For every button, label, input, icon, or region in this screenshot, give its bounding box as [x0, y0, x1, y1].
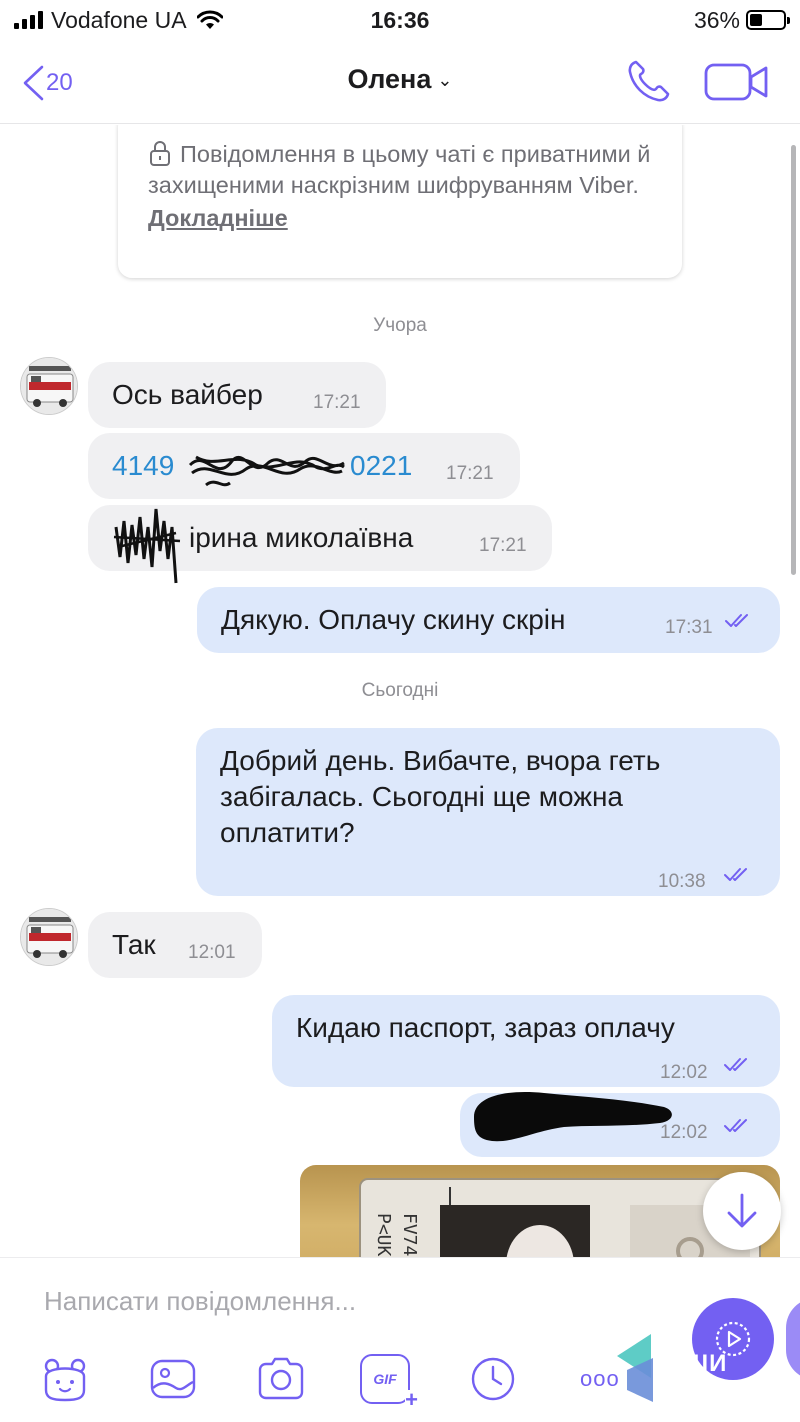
avatar[interactable] [20, 908, 78, 966]
photo-mrz-line-2: FV74 [399, 1213, 420, 1257]
message-time: 17:21 [479, 535, 527, 556]
contact-name[interactable]: Олена ⌄ [0, 64, 800, 95]
message-text: Кидаю паспорт, зараз оплачу [296, 1012, 675, 1043]
scrollbar[interactable] [791, 145, 796, 575]
gif-icon[interactable]: GIF + [360, 1354, 418, 1411]
encryption-notice: Повідомлення в цьому чаті є приватними й… [118, 125, 682, 278]
outgoing-message[interactable]: 12:02 [460, 1092, 780, 1157]
chevron-down-icon: ⌄ [437, 70, 453, 91]
photo-mrz-line-1: P<UK [373, 1213, 394, 1257]
message-time: 12:02 [660, 1122, 708, 1143]
message-text: ірина миколаївна [189, 522, 414, 553]
camera-icon[interactable] [256, 1354, 306, 1404]
message-text: Так [112, 929, 156, 960]
encryption-notice-body: Повідомлення в цьому чаті є приватними й… [148, 141, 651, 198]
read-ticks-icon [724, 868, 747, 881]
outgoing-message[interactable]: Добрий день. Вибачте, вчора геть забігал… [196, 728, 780, 896]
message-input[interactable]: Написати повідомлення... [44, 1286, 644, 1317]
message-time: 17:21 [313, 392, 361, 413]
watermark-logo: РШИ [613, 1330, 763, 1410]
read-ticks-icon [725, 614, 748, 627]
message-time: 17:21 [446, 463, 494, 484]
contact-name-label: Олена [347, 64, 432, 94]
battery-indicator: 36% [693, 6, 790, 34]
chat-header: 20 Олена ⌄ [0, 42, 800, 124]
redaction-blot [474, 1092, 672, 1142]
message-time: 12:01 [188, 942, 236, 963]
encryption-notice-text: Повідомлення в цьому чаті є приватними й… [148, 139, 663, 201]
signal-strength-icon [14, 11, 43, 29]
phone-number-end[interactable]: 0221 [350, 448, 412, 484]
redaction-scribble [113, 508, 181, 584]
composer: Написати повідомлення... GIF + ooo РШИ [0, 1257, 800, 1422]
phone-icon[interactable] [626, 58, 672, 104]
date-separator-today: Сьогодні [361, 680, 439, 701]
message-text: Ось вайбер [112, 379, 263, 410]
sticker-icon[interactable] [40, 1354, 90, 1404]
date-separator-yesterday: Учора [373, 315, 427, 336]
carrier-name: Vodafone UA [51, 6, 187, 33]
wifi-icon [196, 10, 223, 29]
incoming-message[interactable]: Ось вайбер 17:21 [88, 362, 386, 428]
arrow-down-icon [727, 1193, 757, 1228]
composer-toolbar: GIF + ooo [0, 1350, 700, 1411]
message-text: Добрий день. Вибачте, вчора геть забігал… [220, 745, 661, 848]
lock-icon [150, 141, 170, 166]
chat-history[interactable]: Повідомлення в цьому чаті є приватними й… [0, 125, 800, 1257]
learn-more-link[interactable]: Докладніше [148, 205, 288, 232]
ambulance-avatar-icon [21, 358, 77, 414]
status-bar: Vodafone UA 16:36 36% [0, 0, 800, 40]
gif-label: GIF [373, 1371, 397, 1387]
message-time: 10:38 [658, 871, 706, 892]
avatar[interactable] [20, 357, 78, 415]
read-ticks-icon [724, 1058, 747, 1071]
incoming-message[interactable]: Так 12:01 [88, 912, 262, 978]
battery-percent: 36% [693, 6, 740, 33]
video-call-icon[interactable] [704, 62, 770, 102]
redaction-scribble [188, 455, 345, 487]
message-time: 17:31 [665, 617, 713, 638]
plus-icon: + [405, 1387, 418, 1412]
outgoing-message[interactable]: Кидаю паспорт, зараз оплачу 12:02 [272, 995, 780, 1087]
clock-icon[interactable] [468, 1354, 518, 1404]
read-ticks-icon [724, 1119, 747, 1132]
message-time: 12:02 [660, 1062, 708, 1083]
message-text: Дякую. Оплачу скину скрін [221, 604, 566, 635]
scroll-down-button[interactable] [703, 1172, 781, 1250]
battery-icon [746, 10, 790, 30]
incoming-message[interactable]: ірина миколаївна 17:21 [88, 505, 552, 584]
side-action-button[interactable] [786, 1298, 800, 1380]
gallery-icon[interactable] [148, 1354, 198, 1404]
incoming-message[interactable]: 4149 0221 17:21 [88, 433, 520, 499]
ambulance-avatar-icon [21, 909, 77, 965]
outgoing-message[interactable]: Дякую. Оплачу скину скрін 17:31 [197, 587, 780, 653]
battery-level [750, 14, 762, 26]
watermark-text: РШИ [667, 1350, 728, 1377]
phone-number-start[interactable]: 4149 [112, 448, 174, 484]
